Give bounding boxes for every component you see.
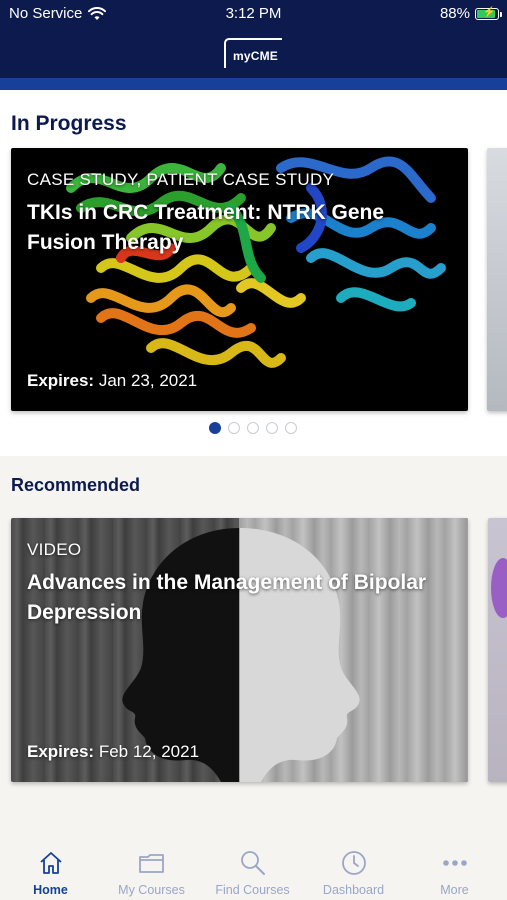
pagination-dot[interactable]	[266, 422, 278, 434]
tab-home[interactable]: Home	[0, 820, 101, 900]
expires-date: Jan 23, 2021	[98, 371, 198, 390]
pagination-dot[interactable]	[285, 422, 297, 434]
folder-icon	[138, 854, 164, 873]
pagination-dot[interactable]	[209, 422, 221, 434]
expires-label: Expires:	[27, 742, 95, 761]
pagination-dot[interactable]	[247, 422, 259, 434]
tab-my-courses[interactable]: My Courses	[101, 820, 202, 900]
tab-label: Home	[33, 883, 68, 897]
tab-label: Find Courses	[215, 883, 290, 897]
battery-icon: ⚡	[475, 7, 502, 20]
recommended-course-card[interactable]: VIDEO Advances in the Management of Bipo…	[11, 518, 468, 782]
tab-label: More	[440, 883, 469, 897]
clock-icon	[341, 851, 366, 875]
tab-label: Dashboard	[322, 883, 385, 897]
next-in-progress-card-peek[interactable]	[487, 148, 507, 411]
expires-label: Expires:	[27, 371, 95, 390]
card-expiry: Expires: Jan 23, 2021	[27, 371, 197, 391]
home-icon	[39, 852, 62, 874]
tab-label: My Courses	[118, 883, 185, 897]
card-category: VIDEO	[27, 540, 82, 559]
section-title-in-progress: In Progress	[11, 112, 127, 135]
section-title-recommended: Recommended	[11, 475, 141, 495]
mycme-logo[interactable]: myCME	[224, 38, 282, 70]
clock-time: 3:12 PM	[225, 5, 282, 22]
logo-text: myCME	[233, 49, 279, 63]
pagination-dot[interactable]	[228, 422, 240, 434]
expires-date: Feb 12, 2021	[98, 742, 200, 761]
card-title: TKIs in CRC Treatment: NTRK Gene Fusion …	[27, 201, 385, 254]
card-expiry: Expires: Feb 12, 2021	[27, 742, 199, 762]
next-recommended-card-peek[interactable]	[488, 518, 507, 782]
in-progress-course-card[interactable]: CASE STUDY, PATIENT CASE STUDY TKIs in C…	[11, 148, 468, 411]
tab-find-courses[interactable]: Find Courses	[202, 820, 303, 900]
app-header: No Service 3:12 PM 88% ⚡ myCME	[0, 0, 507, 90]
carousel-pagination[interactable]	[209, 422, 297, 434]
battery-percent: 88%	[439, 5, 470, 22]
card-category: CASE STUDY, PATIENT CASE STUDY	[27, 170, 335, 189]
card-title: Advances in the Management of Bipolar De…	[27, 571, 427, 624]
status-bar: No Service 3:12 PM 88% ⚡	[0, 0, 507, 30]
header-accent-stripe	[0, 78, 507, 90]
bottom-tab-bar: Home My Courses Find Courses Dashboard M…	[0, 820, 507, 900]
search-icon	[240, 851, 265, 875]
more-dots-icon	[442, 860, 467, 866]
tab-dashboard[interactable]: Dashboard	[303, 820, 404, 900]
tab-more[interactable]: More	[404, 820, 505, 900]
